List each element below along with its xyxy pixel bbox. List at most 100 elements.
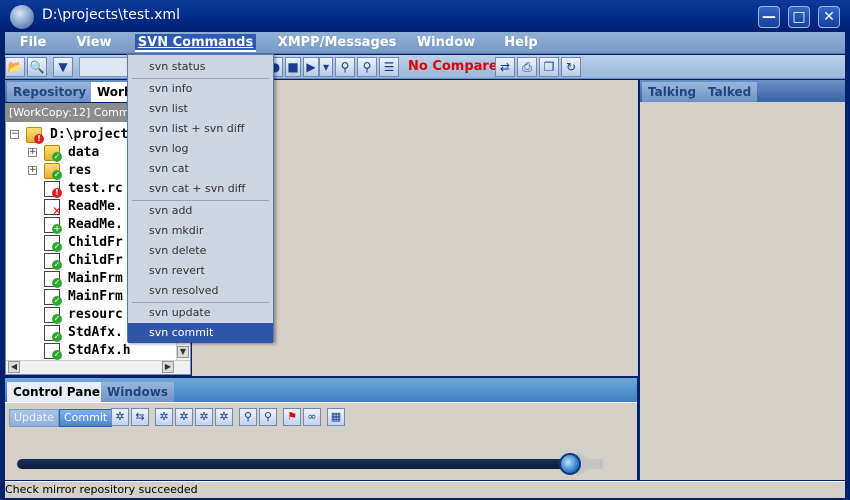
link-icon[interactable]: ⇄: [495, 57, 515, 77]
tab-windows[interactable]: Windows: [101, 382, 174, 402]
refresh-icon[interactable]: ↻: [561, 57, 581, 77]
search-repo-icon[interactable]: ⚲: [239, 408, 257, 426]
scroll-left-icon[interactable]: ◀: [8, 361, 20, 373]
filter-icon[interactable]: ▼: [53, 57, 73, 77]
find-next-icon[interactable]: ⚲: [357, 57, 377, 77]
window-title: D:\projects\test.xml: [42, 7, 180, 23]
menu-svn-commands[interactable]: SVN Commands: [135, 34, 256, 52]
record-icon[interactable]: ■: [285, 57, 301, 77]
tree-item-label: MainFrm: [68, 289, 123, 304]
open-folder-icon[interactable]: 📂: [5, 57, 25, 77]
close-button[interactable]: ✕: [818, 6, 840, 28]
print-icon[interactable]: ⎙: [517, 57, 537, 77]
calendar-icon[interactable]: ▦: [327, 408, 345, 426]
right-panel-tabs: Talking Talked: [640, 80, 845, 102]
menu-xmpp-messages[interactable]: XMPP/Messages: [275, 34, 399, 52]
menu-bar: File View SVN Commands XMPP/Messages Win…: [5, 32, 845, 54]
expander-icon[interactable]: +: [28, 148, 37, 157]
menu-item-svn-delete[interactable]: svn delete: [128, 241, 273, 261]
svn-status-ok-icon: ✓: [52, 242, 62, 252]
tab-talked[interactable]: Talked: [702, 82, 758, 102]
svn-status-ok-icon: ✓: [52, 278, 62, 288]
menu-item-svn-mkdir[interactable]: svn mkdir: [128, 221, 273, 241]
menu-item-svn-revert[interactable]: svn revert: [128, 261, 273, 281]
scroll-right-icon[interactable]: ▶: [162, 361, 174, 373]
node-icon-3[interactable]: ✲: [195, 408, 213, 426]
menu-item-svn-list[interactable]: svn list: [128, 99, 273, 119]
expander-icon[interactable]: +: [28, 166, 37, 175]
repository-browse-icon[interactable]: 🔍: [27, 57, 47, 77]
svn-status-mod-icon: !: [34, 134, 44, 144]
link-chain-icon[interactable]: ∞: [303, 408, 321, 426]
menu-item-svn-cat-svn-diff[interactable]: svn cat + svn diff: [128, 179, 273, 199]
flag-icon[interactable]: ⚑: [283, 408, 301, 426]
network-icon[interactable]: ✲: [111, 408, 129, 426]
menu-item-svn-update[interactable]: svn update: [128, 303, 273, 323]
tab-talking[interactable]: Talking: [642, 82, 703, 102]
tree-item-label: MainFrm: [68, 271, 123, 286]
control-panel-tabs: Control Panel Windows: [5, 378, 637, 402]
title-bar: D:\projects\test.xml — □ ✕: [0, 0, 850, 32]
svn-commands-menu: svn status svn info svn list svn list + svn…: [127, 54, 274, 343]
play-icon[interactable]: ▶: [303, 57, 319, 77]
toolbar-filter-input[interactable]: [79, 57, 133, 77]
node-icon-2[interactable]: ✲: [175, 408, 193, 426]
messages-panel: [640, 102, 845, 480]
tree-item-label: data: [68, 145, 100, 160]
menu-window[interactable]: Window: [413, 34, 479, 52]
tree-item-label: ReadMe.: [68, 199, 123, 214]
svn-status-ok-icon: ✓: [52, 260, 62, 270]
svn-status-add-icon: +: [52, 224, 62, 234]
update-button[interactable]: Update: [9, 409, 59, 427]
dropdown-arrow-icon[interactable]: ▾: [319, 57, 333, 77]
tree-item-label: StdAfx.h: [68, 343, 131, 358]
menu-item-svn-add[interactable]: svn add: [128, 201, 273, 221]
menu-item-svn-list-svn-diff[interactable]: svn list + svn diff: [128, 119, 273, 139]
no-compare-label: No Compare: [408, 59, 498, 74]
tree-item-label: test.rc: [68, 181, 123, 196]
svn-status-mod-icon: !: [52, 188, 62, 198]
status-bar: Check mirror repository succeeded: [5, 481, 845, 498]
sync-icon[interactable]: ⇆: [131, 408, 149, 426]
search-next-icon[interactable]: ⚲: [259, 408, 277, 426]
find-icon[interactable]: ⚲: [335, 57, 355, 77]
menu-help[interactable]: Help: [499, 34, 543, 52]
tree-item-label: ReadMe.: [68, 217, 123, 232]
svn-status-del-icon: ✕: [52, 204, 63, 216]
compare-icon[interactable]: ☰: [379, 57, 399, 77]
expander-icon[interactable]: −: [10, 130, 19, 139]
scroll-down-icon[interactable]: ▼: [177, 346, 189, 358]
tree-horizontal-scrollbar[interactable]: ◀ ▶: [6, 360, 190, 374]
tree-item-label: D:\project: [50, 127, 129, 142]
maximize-button[interactable]: □: [788, 6, 810, 28]
copy-icon[interactable]: ❐: [539, 57, 559, 77]
tree-item-label: ChildFr: [68, 235, 123, 250]
menu-item-svn-log[interactable]: svn log: [128, 139, 273, 159]
tree-item-label: ChildFr: [68, 253, 123, 268]
menu-item-svn-cat[interactable]: svn cat: [128, 159, 273, 179]
menu-item-svn-commit[interactable]: svn commit: [128, 323, 273, 343]
app-icon: [10, 5, 34, 29]
minimize-button[interactable]: —: [758, 6, 780, 28]
svn-status-ok-icon: ✓: [52, 350, 62, 360]
svn-status-ok-icon: ✓: [52, 152, 62, 162]
control-panel-area: Update Commit ✲ ⇆ ✲ ✲ ✲ ✲ ⚲ ⚲ ⚑ ∞ ▦: [5, 402, 637, 480]
node-icon-4[interactable]: ✲: [215, 408, 233, 426]
tree-item[interactable]: ✓ StdAfx.h: [6, 342, 176, 360]
progress-bar-track: [17, 459, 573, 469]
tree-item-label: resourc: [68, 307, 123, 322]
node-icon-1[interactable]: ✲: [155, 408, 173, 426]
progress-knob[interactable]: [559, 453, 581, 475]
tree-item-label: res: [68, 163, 92, 178]
svn-status-ok-icon: ✓: [52, 314, 62, 324]
menu-view[interactable]: View: [71, 34, 117, 52]
svn-status-ok-icon: ✓: [52, 296, 62, 306]
menu-file[interactable]: File: [13, 34, 53, 52]
menu-item-svn-resolved[interactable]: svn resolved: [128, 281, 273, 301]
tab-control-panel[interactable]: Control Panel: [7, 382, 111, 402]
svn-status-ok-icon: ✓: [52, 170, 62, 180]
tab-repository[interactable]: Repository: [7, 82, 93, 102]
menu-item-svn-status[interactable]: svn status: [128, 57, 273, 77]
menu-item-svn-info[interactable]: svn info: [128, 79, 273, 99]
commit-button[interactable]: Commit: [59, 409, 113, 427]
